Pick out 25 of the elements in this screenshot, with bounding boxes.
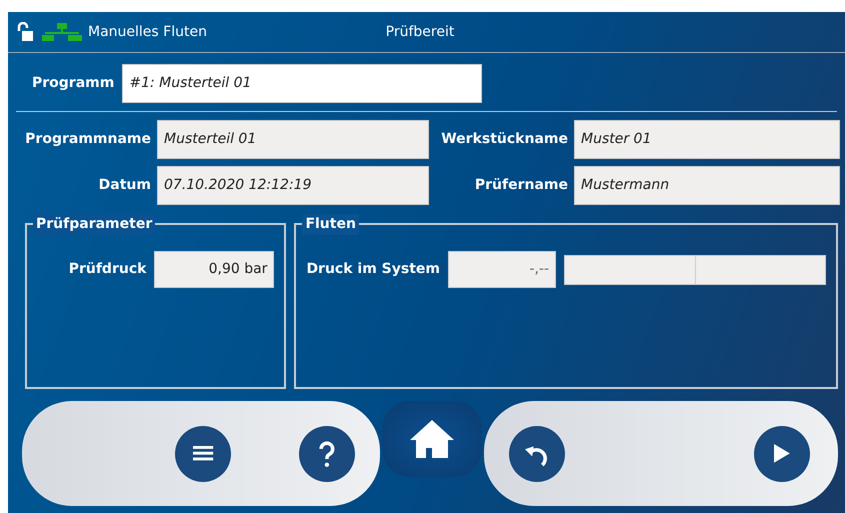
value-field[interactable]: -,-- xyxy=(448,251,556,288)
status-text: Prüfbereit xyxy=(386,22,454,42)
help-icon xyxy=(319,440,335,466)
text-field[interactable]: Mustermann xyxy=(574,166,840,205)
program-label: Programm xyxy=(32,74,114,93)
text-field[interactable]: 07.10.2020 12:12:19 xyxy=(157,166,429,205)
field-label: Prüfername xyxy=(474,176,568,195)
home-icon xyxy=(410,420,454,458)
mode-title: Manuelles Fluten xyxy=(88,22,207,42)
field-label: Werkstückname xyxy=(440,130,568,149)
program-field[interactable]: #1: Musterteil 01 xyxy=(122,64,482,103)
unlocked-padlock-icon xyxy=(16,22,36,42)
home-button[interactable] xyxy=(382,401,482,477)
group-title: Fluten xyxy=(302,214,359,235)
text-field[interactable]: Musterteil 01 xyxy=(157,120,429,159)
field-label: Druck im System xyxy=(306,260,440,279)
menu-icon xyxy=(192,446,214,461)
field-label: Prüfdruck xyxy=(68,260,146,279)
text-field[interactable]: Muster 01 xyxy=(574,120,840,159)
group-title: Prüfparameter xyxy=(33,214,156,235)
value-field[interactable]: 0,90 bar xyxy=(154,251,274,288)
network-tree-icon xyxy=(42,23,82,41)
play-icon xyxy=(774,444,790,463)
field-label: Datum xyxy=(98,176,151,195)
field-label: Programmname xyxy=(24,130,151,149)
